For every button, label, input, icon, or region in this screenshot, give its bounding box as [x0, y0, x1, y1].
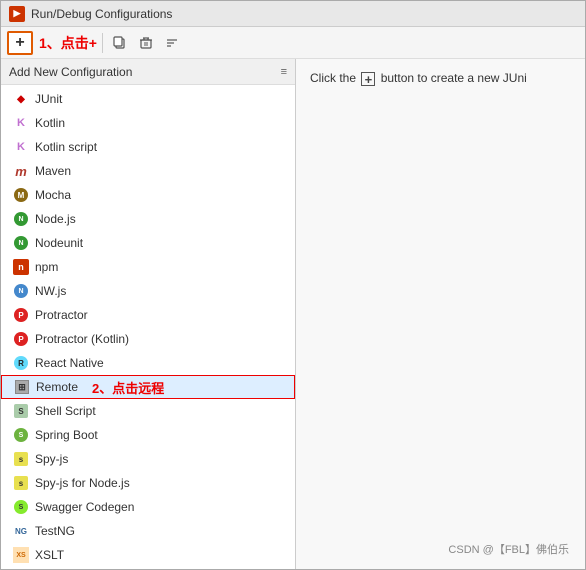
swagger-icon: S: [13, 499, 29, 515]
kotlin-icon: K: [13, 115, 29, 131]
window-title: Run/Debug Configurations: [31, 7, 172, 21]
configuration-list: ◆ JUnit K Kotlin K Kotlin script m Maven: [1, 85, 295, 569]
add-configuration-button[interactable]: +: [7, 31, 33, 55]
list-item[interactable]: s Spy-js for Node.js: [1, 471, 295, 495]
list-item[interactable]: K Kotlin script: [1, 135, 295, 159]
nodeunit-icon: N: [13, 235, 29, 251]
item-label: Nodeunit: [35, 236, 83, 250]
right-panel: Click the + button to create a new JUni …: [296, 59, 585, 569]
list-item[interactable]: ◆ JUnit: [1, 87, 295, 111]
remote-list-item[interactable]: ⊞ Remote 2、点击远程: [1, 375, 295, 399]
mocha-icon: M: [13, 187, 29, 203]
hint-text: Click the + button to create a new JUni: [310, 69, 571, 87]
item-label: Spring Boot: [35, 428, 98, 442]
hint-line2: button to create a new JUni: [381, 71, 527, 85]
react-native-icon: R: [13, 355, 29, 371]
list-item[interactable]: n npm: [1, 255, 295, 279]
spyjs-node-icon: s: [13, 475, 29, 491]
toolbar: + 1、点击+: [1, 27, 585, 59]
item-label: TestNG: [35, 524, 75, 538]
sort-configurations-button[interactable]: [160, 31, 184, 55]
list-item[interactable]: P Protractor (Kotlin): [1, 327, 295, 351]
title-bar: ▶ Run/Debug Configurations: [1, 1, 585, 27]
item-label: Mocha: [35, 188, 71, 202]
remove-configuration-button[interactable]: [134, 31, 158, 55]
list-item[interactable]: N Nodeunit: [1, 231, 295, 255]
junit-icon: ◆: [13, 91, 29, 107]
list-item[interactable]: S Shell Script: [1, 399, 295, 423]
list-item[interactable]: m Maven: [1, 159, 295, 183]
list-item[interactable]: S Swagger Codegen: [1, 495, 295, 519]
remote-label: Remote: [36, 380, 78, 394]
item-label: Maven: [35, 164, 71, 178]
list-item[interactable]: ▼ Other: [1, 567, 295, 569]
watermark-text: CSDN @【FBL】佛伯乐: [448, 541, 569, 557]
spring-boot-icon: S: [13, 427, 29, 443]
list-item[interactable]: R React Native: [1, 351, 295, 375]
protractor-icon: P: [13, 307, 29, 323]
xslt-icon: XS: [13, 547, 29, 563]
left-panel: Add New Configuration ≡ ◆ JUnit K Kotlin…: [1, 59, 296, 569]
annotation-step2: 2、点击远程: [92, 378, 164, 397]
spyjs-icon: s: [13, 451, 29, 467]
list-item[interactable]: N NW.js: [1, 279, 295, 303]
panel-options-icon[interactable]: ≡: [281, 66, 287, 78]
list-item[interactable]: P Protractor: [1, 303, 295, 327]
remote-icon: ⊞: [14, 379, 30, 395]
hint-line1: Click the: [310, 71, 356, 85]
item-label: Shell Script: [35, 404, 96, 418]
item-label: Protractor: [35, 308, 88, 322]
item-label: Spy-js: [35, 452, 68, 466]
npm-icon: n: [13, 259, 29, 275]
app-icon: ▶: [9, 6, 25, 22]
item-label: Kotlin script: [35, 140, 97, 154]
item-label: Kotlin: [35, 116, 65, 130]
item-label: JUnit: [35, 92, 62, 106]
kotlin-script-icon: K: [13, 139, 29, 155]
list-item[interactable]: s Spy-js: [1, 447, 295, 471]
nodejs-icon: N: [13, 211, 29, 227]
protractor-kotlin-icon: P: [13, 331, 29, 347]
item-label: Protractor (Kotlin): [35, 332, 129, 346]
list-item[interactable]: NG TestNG: [1, 519, 295, 543]
panel-header: Add New Configuration ≡: [1, 59, 295, 85]
shell-script-icon: S: [13, 403, 29, 419]
list-item[interactable]: M Mocha: [1, 183, 295, 207]
toolbar-separator: [102, 33, 103, 53]
nwjs-icon: N: [13, 283, 29, 299]
item-label: Node.js: [35, 212, 76, 226]
item-label: Swagger Codegen: [35, 500, 134, 514]
item-label: NW.js: [35, 284, 66, 298]
testng-icon: NG: [13, 523, 29, 539]
item-label: XSLT: [35, 548, 64, 562]
run-debug-configurations-window: ▶ Run/Debug Configurations + 1、点击+: [0, 0, 586, 570]
list-item[interactable]: K Kotlin: [1, 111, 295, 135]
item-label: Spy-js for Node.js: [35, 476, 130, 490]
list-item[interactable]: N Node.js: [1, 207, 295, 231]
plus-symbol: +: [361, 72, 375, 86]
item-label: npm: [35, 260, 58, 274]
maven-icon: m: [13, 163, 29, 179]
list-item[interactable]: S Spring Boot: [1, 423, 295, 447]
annotation-step1: 1、点击+: [39, 33, 97, 53]
copy-configuration-button[interactable]: [108, 31, 132, 55]
item-label: React Native: [35, 356, 104, 370]
panel-header-label: Add New Configuration: [9, 65, 132, 79]
list-item[interactable]: XS XSLT: [1, 543, 295, 567]
main-area: Add New Configuration ≡ ◆ JUnit K Kotlin…: [1, 59, 585, 569]
